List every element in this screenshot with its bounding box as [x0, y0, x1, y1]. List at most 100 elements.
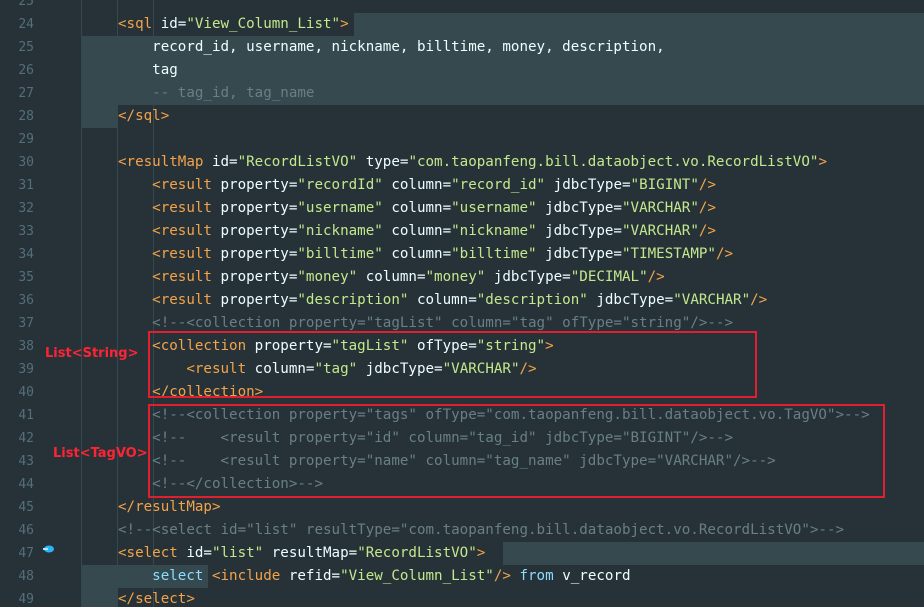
line-number: 26: [18, 63, 34, 78]
code-line[interactable]: 31 <result property="recordId" column="r…: [0, 174, 924, 197]
code-line[interactable]: 36 <result property="description" column…: [0, 289, 924, 312]
code-token: </resultMap>: [118, 499, 221, 515]
code-line[interactable]: 35 <result property="money" column="mone…: [0, 266, 924, 289]
code-text: </resultMap>: [118, 496, 221, 519]
code-token: column=: [382, 177, 452, 193]
code-line[interactable]: 25: [0, 0, 924, 13]
code-line[interactable]: 26 tag: [0, 59, 924, 82]
code-token: />: [698, 177, 716, 193]
code-token: "TIMESTAMP": [621, 246, 716, 262]
code-token: jdbcType=: [587, 292, 674, 308]
code-token: />: [698, 200, 716, 216]
line-number: 49: [18, 592, 34, 607]
code-line[interactable]: 27 -- tag_id, tag_name: [0, 82, 924, 105]
code-token: property=: [220, 200, 298, 216]
code-token: record_id, username, nickname, billtime,…: [118, 39, 665, 55]
code-token: <!--<collection property="tagList" colum…: [118, 315, 733, 331]
line-number: 31: [18, 178, 34, 193]
code-token: property=: [220, 269, 298, 285]
code-token: <result: [118, 269, 221, 285]
code-text: -- tag_id, tag_name: [118, 82, 314, 105]
code-token: resultMap=: [263, 545, 358, 561]
code-token: column=: [408, 292, 477, 308]
code-text: select <include refid="View_Column_List"…: [118, 565, 630, 588]
code-token: refid=: [288, 568, 341, 584]
code-token: jdbcType=: [536, 223, 622, 239]
code-token: column=: [382, 200, 452, 216]
code-text: record_id, username, nickname, billtime,…: [118, 36, 665, 59]
code-line[interactable]: 46 <!--<select id="list" resultType="com.…: [0, 519, 924, 542]
code-token: -- tag_id, tag_name: [118, 85, 315, 101]
code-token: jdbcType=: [545, 177, 631, 193]
code-token: "username": [297, 200, 383, 216]
line-number: 33: [18, 224, 34, 239]
code-token: >: [340, 16, 349, 32]
code-text: <result property="username" column="user…: [118, 197, 716, 220]
code-line[interactable]: 25 record_id, username, nickname, billti…: [0, 36, 924, 59]
code-text: <result property="recordId" column="reco…: [118, 174, 716, 197]
code-token: "list": [211, 545, 264, 561]
code-line[interactable]: 30 <resultMap id="RecordListVO" type="com…: [0, 151, 924, 174]
code-line[interactable]: 33 <result property="nickname" column="n…: [0, 220, 924, 243]
code-token: property=: [220, 177, 298, 193]
code-token: property=: [220, 246, 298, 262]
line-number: 48: [18, 569, 34, 584]
line-number: 37: [18, 316, 34, 331]
code-text: <sql id="View_Column_List">: [118, 13, 349, 36]
code-line[interactable]: 28 </sql>: [0, 105, 924, 128]
line-number: 41: [18, 408, 34, 423]
line-number: 40: [18, 385, 34, 400]
annotation-box-list-string: [148, 331, 757, 398]
line-number: 34: [18, 247, 34, 262]
code-token: <!--<select id="list" resultType="com.ta…: [118, 522, 845, 538]
line-number: 25: [18, 0, 34, 9]
code-token: >: [476, 545, 486, 561]
code-token: tag: [118, 62, 178, 78]
code-token: select: [118, 568, 212, 584]
line-number: 35: [18, 270, 34, 285]
code-token: from: [510, 568, 554, 584]
line-number: 30: [18, 155, 34, 170]
line-number: 36: [18, 293, 34, 308]
code-line[interactable]: 48 select <include refid="View_Column_Li…: [0, 565, 924, 588]
code-text: <resultMap id="RecordListVO" type="com.t…: [118, 151, 827, 174]
code-editor[interactable]: 25 24 <sql id="View_Column_List"> 25 record…: [0, 0, 924, 607]
code-token: <resultMap: [118, 154, 212, 170]
line-number: 47: [18, 546, 34, 561]
code-text: <result property="description" column="d…: [118, 289, 767, 312]
code-line[interactable]: 32 <result property="username" column="u…: [0, 197, 924, 220]
code-token: id=: [160, 16, 187, 32]
code-token: "record_id": [451, 177, 546, 193]
code-token: </sql>: [118, 108, 170, 124]
code-token: "nickname": [451, 223, 537, 239]
code-token: "billtime": [451, 246, 537, 262]
code-token: "DECIMAL": [570, 269, 648, 285]
code-line[interactable]: 47 <select id="list" resultMap="RecordLis…: [0, 542, 924, 565]
code-token: "money": [425, 269, 486, 285]
code-token: property=: [220, 292, 298, 308]
code-token: "money": [297, 269, 358, 285]
line-number: 27: [18, 86, 34, 101]
line-number: 32: [18, 201, 34, 216]
code-token: jdbcType=: [536, 246, 622, 262]
code-text: <result property="money" column="money" …: [118, 266, 665, 289]
code-line[interactable]: 49 </select>: [0, 588, 924, 607]
code-text: tag: [118, 59, 178, 82]
code-token: />: [750, 292, 768, 308]
code-token: jdbcType=: [536, 200, 622, 216]
code-token: "BIGINT": [630, 177, 699, 193]
code-token: <sql: [118, 16, 161, 32]
line-number: 38: [18, 339, 34, 354]
code-token: jdbcType=: [485, 269, 571, 285]
code-line[interactable]: 24 <sql id="View_Column_List">: [0, 13, 924, 36]
breakpoint-icon[interactable]: [42, 544, 56, 554]
code-line[interactable]: 29: [0, 128, 924, 151]
code-token: type=: [357, 154, 409, 170]
code-text: <result property="nickname" column="nick…: [118, 220, 716, 243]
line-number: 46: [18, 523, 34, 538]
code-token: />: [698, 223, 716, 239]
code-text: <select id="list" resultMap="RecordListV…: [118, 542, 485, 565]
code-line[interactable]: 34 <result property="billtime" column="b…: [0, 243, 924, 266]
code-token: "VARCHAR": [621, 200, 699, 216]
code-line[interactable]: 45 </resultMap>: [0, 496, 924, 519]
